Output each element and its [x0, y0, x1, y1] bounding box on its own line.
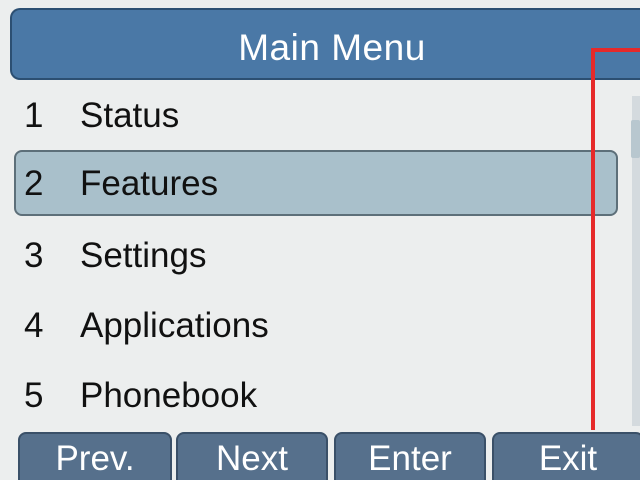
menu-item-features[interactable]: 2 Features — [14, 150, 618, 216]
menu-item-label: Phonebook — [80, 376, 258, 415]
menu-item-status[interactable]: 1 Status — [14, 82, 618, 148]
exit-softkey[interactable]: Exit — [492, 432, 640, 480]
menu-item-label: Applications — [80, 306, 269, 345]
main-menu-list: 1 Status 2 Features 3 Settings 4 Applica… — [0, 80, 630, 430]
next-softkey[interactable]: Next — [176, 432, 328, 480]
enter-softkey[interactable]: Enter — [334, 432, 486, 480]
phone-screen: Main Menu 1 Status 2 Features 3 Settings… — [0, 0, 640, 480]
menu-item-number: 4 — [24, 306, 44, 345]
menu-item-number: 5 — [24, 376, 44, 415]
menu-item-number: 1 — [24, 96, 44, 135]
prev-softkey[interactable]: Prev. — [18, 432, 172, 480]
menu-item-phonebook[interactable]: 5 Phonebook — [14, 362, 618, 428]
menu-item-label: Status — [80, 96, 180, 135]
menu-item-number: 2 — [24, 164, 44, 203]
menu-item-applications[interactable]: 4 Applications — [14, 292, 618, 358]
header-bar: Main Menu — [10, 8, 640, 80]
menu-item-label: Settings — [80, 236, 207, 275]
menu-item-number: 3 — [24, 236, 44, 275]
scrollbar-thumb[interactable] — [631, 120, 640, 158]
page-title: Main Menu — [238, 27, 426, 68]
menu-item-settings[interactable]: 3 Settings — [14, 222, 618, 288]
softkey-bar: Prev. Next Enter Exit — [0, 430, 640, 480]
menu-item-label: Features — [80, 164, 219, 203]
